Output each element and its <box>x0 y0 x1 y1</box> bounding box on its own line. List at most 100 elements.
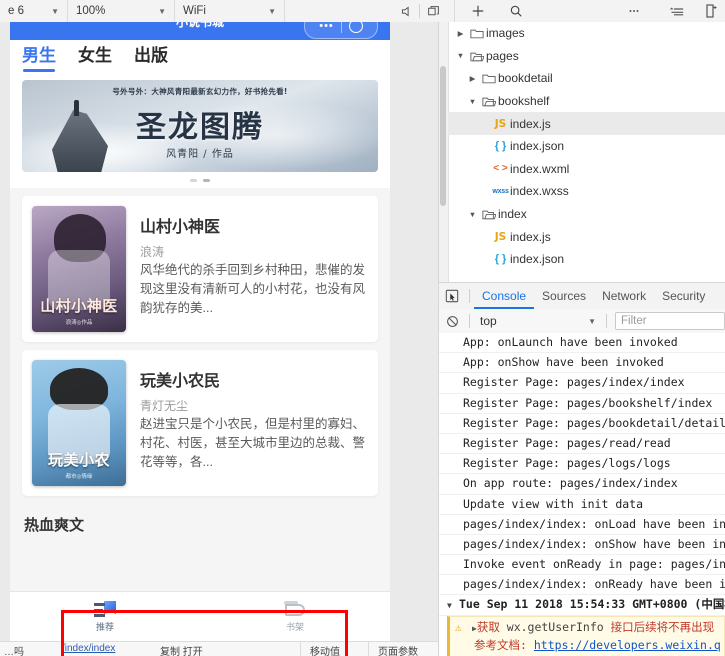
console-warning: ⚠ ▶获取 wx.getUserInfo 接口后续将不再出现 参考文档: htt… <box>447 615 725 656</box>
bottom-col-3[interactable]: 复制 打开 <box>160 643 203 656</box>
file-tree: ▶ images ▼ pages ▶ bookdetail ▼ bookshel… <box>448 22 725 282</box>
chevron-down-icon[interactable]: ▼ <box>447 596 459 614</box>
tree-row-index-index-js[interactable]: ▶ JS index.js <box>448 225 725 248</box>
banner-carousel[interactable]: 号外号外：大神风青阳最新玄幻力作，好书抢先看! 圣龙图腾 风青阳 / 作品 <box>10 74 390 172</box>
book-description: 赵进宝只是个小农民，但是村里的寡妇、村花、村医，甚至大城市里边的总裁、警花等等，… <box>140 417 366 469</box>
tabbar-label-recommend: 推荐 <box>95 622 114 632</box>
tree-row-index[interactable]: ▼ index <box>448 203 725 226</box>
warning-text-rest: 接口后续将不再出现 <box>610 619 715 634</box>
device-icon[interactable] <box>699 0 725 22</box>
tree-row-bookshelf-index-wxss[interactable]: ▶ wxss index.wxss <box>448 180 725 203</box>
capsule-divider <box>340 22 342 33</box>
tree-label: index.json <box>510 252 565 267</box>
chevron-down-icon[interactable]: ▼ <box>454 51 467 60</box>
console-filter-placeholder: Filter <box>621 315 647 327</box>
banner-image[interactable]: 号外号外：大神风青阳最新玄幻力作，好书抢先看! 圣龙图腾 风青阳 / 作品 <box>22 80 378 172</box>
tab-boys[interactable]: 男生 <box>22 46 56 72</box>
book-cover: 玩美小农 都市◎情缘 <box>32 360 126 486</box>
bookshelf-icon <box>283 601 307 618</box>
console-line: Register Page: pages/bookshelf/index <box>439 394 725 414</box>
console-line: Invoke event onReady in page: pages/ind <box>439 555 725 576</box>
more-icon[interactable] <box>621 0 647 22</box>
js-file-icon: JS <box>494 230 507 243</box>
console-context-select[interactable]: top ▼ <box>474 309 602 333</box>
console-line: pages/index/index: onLoad have been inv <box>439 515 725 535</box>
cover-author: 都市◎情缘 <box>65 474 93 480</box>
layout-icon[interactable] <box>663 0 689 22</box>
tabbar-item-bookshelf[interactable]: 书架 <box>200 592 390 642</box>
tree-row-index-index-json[interactable]: ▶ { } index.json <box>448 248 725 271</box>
wxml-file-icon: < > <box>493 163 508 175</box>
scrollbar-thumb[interactable] <box>440 66 446 206</box>
clear-console-icon[interactable] <box>439 309 465 333</box>
device-select[interactable]: e 6 ▼ <box>0 0 68 22</box>
bottom-status-bar: …吗 /index/index 复制 打开 移动值 页面参数 <box>0 641 438 656</box>
tab-security[interactable]: Security <box>654 283 713 309</box>
carousel-dot-2[interactable] <box>203 178 210 182</box>
folder-open-icon <box>467 50 486 62</box>
book-title: 玩美小农民 <box>140 373 221 390</box>
network-select-value: WiFi <box>183 5 206 17</box>
tree-row-pages[interactable]: ▼ pages <box>448 45 725 68</box>
book-author: 浪涛 <box>140 245 165 259</box>
tab-girls-label: 女生 <box>78 45 112 65</box>
tab-network[interactable]: Network <box>594 283 654 309</box>
category-tabs: 男生 女生 出版 <box>10 40 390 74</box>
window-icon[interactable] <box>420 0 446 22</box>
tabbar-label-bookshelf: 书架 <box>285 622 304 632</box>
console-line: Register Page: pages/bookdetail/detail <box>439 414 725 434</box>
tree-row-bookshelf-index-js[interactable]: ▶ JS index.js <box>448 112 725 135</box>
book-info: 山村小神医 浪涛 风华绝代的杀手回到乡村种田，悲催的发现这里没有清新可人的小村花… <box>126 206 368 332</box>
page-body: 男生 女生 出版 号外号外：大神风青阳最新玄幻力作，好书抢先看! 圣龙图腾 风青… <box>10 40 390 656</box>
volume-icon[interactable] <box>393 0 419 22</box>
network-select[interactable]: WiFi ▼ <box>175 0 285 22</box>
console-context-value: top <box>480 314 497 328</box>
chevron-down-icon: ▼ <box>51 6 59 16</box>
tab-published[interactable]: 出版 <box>134 46 168 69</box>
zoom-select[interactable]: 100% ▼ <box>68 0 175 22</box>
tree-label: bookdetail <box>498 71 553 86</box>
chevron-down-icon[interactable]: ▼ <box>466 97 479 106</box>
tree-row-bookdetail[interactable]: ▶ bookdetail <box>448 67 725 90</box>
tree-label: index <box>498 207 527 222</box>
chevron-right-icon[interactable]: ▶ <box>466 74 479 83</box>
console-line: Register Page: pages/read/read <box>439 434 725 455</box>
tab-console[interactable]: Console <box>474 283 535 309</box>
chevron-down-icon[interactable]: ▼ <box>466 210 479 219</box>
top-toolbar: e 6 ▼ 100% ▼ WiFi ▼ <box>0 0 725 23</box>
banner-subtitle: 风青阳 / 作品 <box>166 149 234 160</box>
folder-closed-icon <box>479 72 498 84</box>
console-toolbar: top ▼ Filter <box>439 309 725 334</box>
book-card[interactable]: 玩美小农 都市◎情缘 玩美小农民 青灯无尘 赵进宝只是个小农民，但是村里的寡妇、… <box>22 350 378 496</box>
wechat-navbar: 小说书城 ••• <box>10 22 390 40</box>
carousel-dot-1[interactable] <box>190 178 197 182</box>
tree-label: index.wxml <box>510 161 570 176</box>
warning-icon: ⚠ <box>455 620 462 634</box>
chevron-right-icon[interactable]: ▶ <box>454 29 467 38</box>
book-card[interactable]: 山村小神医 浪涛◎作品 山村小神医 浪涛 风华绝代的杀手回到乡村种田，悲催的发现… <box>22 196 378 342</box>
section-heading: 热血爽文 <box>24 517 85 534</box>
tree-row-bookshelf[interactable]: ▼ bookshelf <box>448 90 725 113</box>
tree-label: pages <box>486 48 519 63</box>
tree-row-bookshelf-index-wxml[interactable]: ▶ < > index.wxml <box>448 158 725 181</box>
capsule-button[interactable]: ••• <box>304 22 378 39</box>
window-root: e 6 ▼ 100% ▼ WiFi ▼ 小说书城 ••• 男生 女生 出版 号外… <box>0 0 725 656</box>
console-filter-input[interactable]: Filter <box>615 312 725 330</box>
console-group-header[interactable]: ▼ Tue Sep 11 2018 15:54:33 GMT+0800 (中国标 <box>439 595 725 616</box>
tree-row-bookshelf-index-json[interactable]: ▶ { } index.json <box>448 135 725 158</box>
tree-label: index.js <box>510 229 551 244</box>
tabbar-item-recommend[interactable]: 推荐 <box>10 592 200 642</box>
inspect-element-icon[interactable] <box>439 283 465 309</box>
console-line: App: onLaunch have been invoked <box>439 333 725 354</box>
tree-row-images[interactable]: ▶ images <box>448 22 725 45</box>
devtools-pane: ▶ images ▼ pages ▶ bookdetail ▼ bookshel… <box>438 22 725 656</box>
console-group-label: Tue Sep 11 2018 15:54:33 GMT+0800 (中国标 <box>459 597 725 612</box>
chevron-down-icon: ▼ <box>158 6 166 16</box>
search-icon[interactable] <box>503 0 529 22</box>
plus-icon[interactable] <box>465 0 491 22</box>
tab-sources[interactable]: Sources <box>534 283 594 309</box>
warning-doc-link[interactable]: https://developers.weixin.qq <box>534 638 720 652</box>
cover-author: 浪涛◎作品 <box>65 320 93 326</box>
bottom-col-2[interactable]: /index/index <box>62 643 115 654</box>
tab-girls[interactable]: 女生 <box>78 46 112 69</box>
